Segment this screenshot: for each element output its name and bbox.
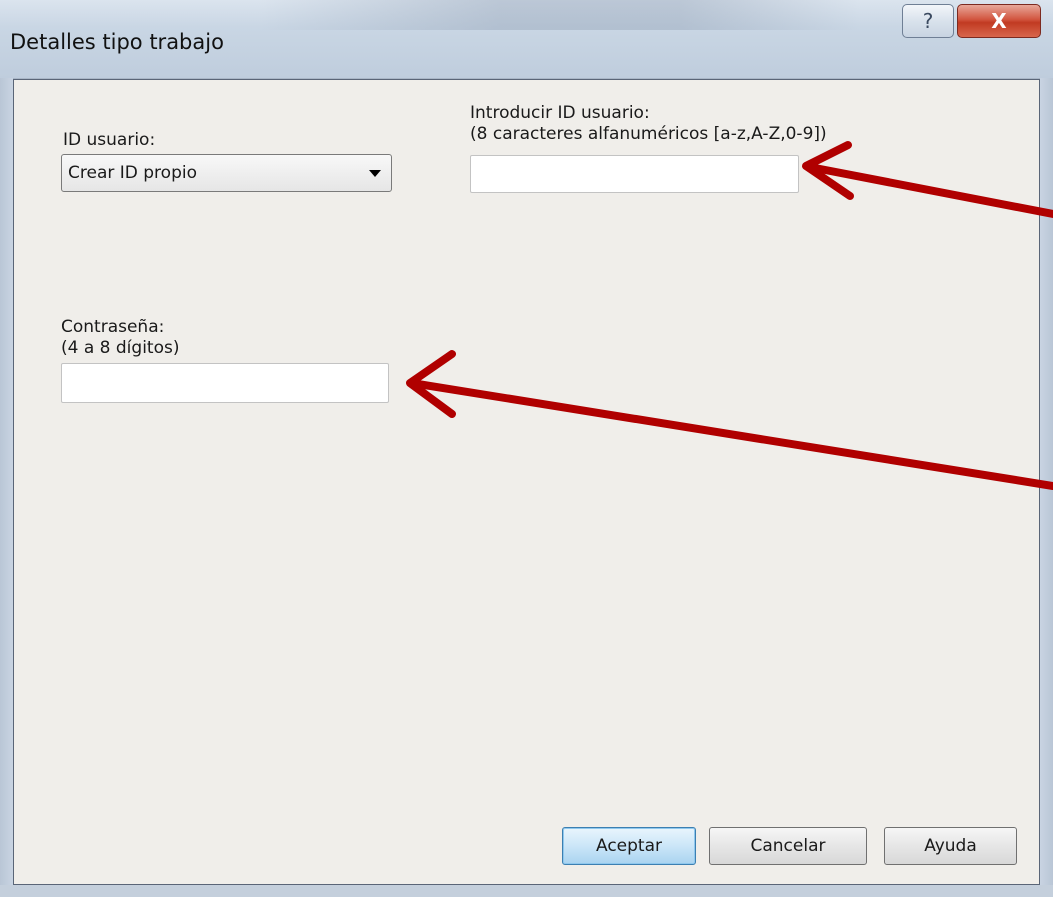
enter-user-id-label: Introducir ID usuario: — [470, 103, 650, 123]
title-bar-glass-highlight — [260, 0, 860, 30]
user-id-dropdown[interactable]: Crear ID propio — [61, 154, 392, 192]
user-id-label: ID usuario: — [63, 130, 156, 150]
window-frame-right — [1040, 78, 1053, 897]
help-button[interactable]: Ayuda — [884, 827, 1017, 865]
cancel-button[interactable]: Cancelar — [709, 827, 867, 865]
close-x-icon: X — [991, 9, 1007, 33]
question-mark-icon: ? — [922, 9, 934, 33]
enter-user-id-hint: (8 caracteres alfanuméricos [a-z,A-Z,0-9… — [470, 124, 827, 144]
password-label: Contraseña: — [61, 317, 165, 337]
user-id-input[interactable] — [470, 155, 799, 193]
window-title: Detalles tipo trabajo — [10, 30, 224, 54]
password-input[interactable] — [61, 363, 389, 403]
title-bar[interactable]: Detalles tipo trabajo ? X — [0, 0, 1053, 79]
dialog-window: Detalles tipo trabajo ? X ID usuario: Cr… — [0, 0, 1053, 897]
password-hint: (4 a 8 dígitos) — [61, 338, 180, 358]
close-button[interactable]: X — [957, 4, 1041, 38]
dialog-body — [13, 79, 1040, 885]
triangle-down-icon — [369, 170, 381, 177]
window-frame-bottom — [0, 885, 1053, 897]
accept-button[interactable]: Aceptar — [562, 827, 696, 865]
window-frame-left — [0, 78, 13, 897]
help-title-button[interactable]: ? — [902, 4, 954, 38]
user-id-selected-value: Crear ID propio — [68, 163, 197, 183]
